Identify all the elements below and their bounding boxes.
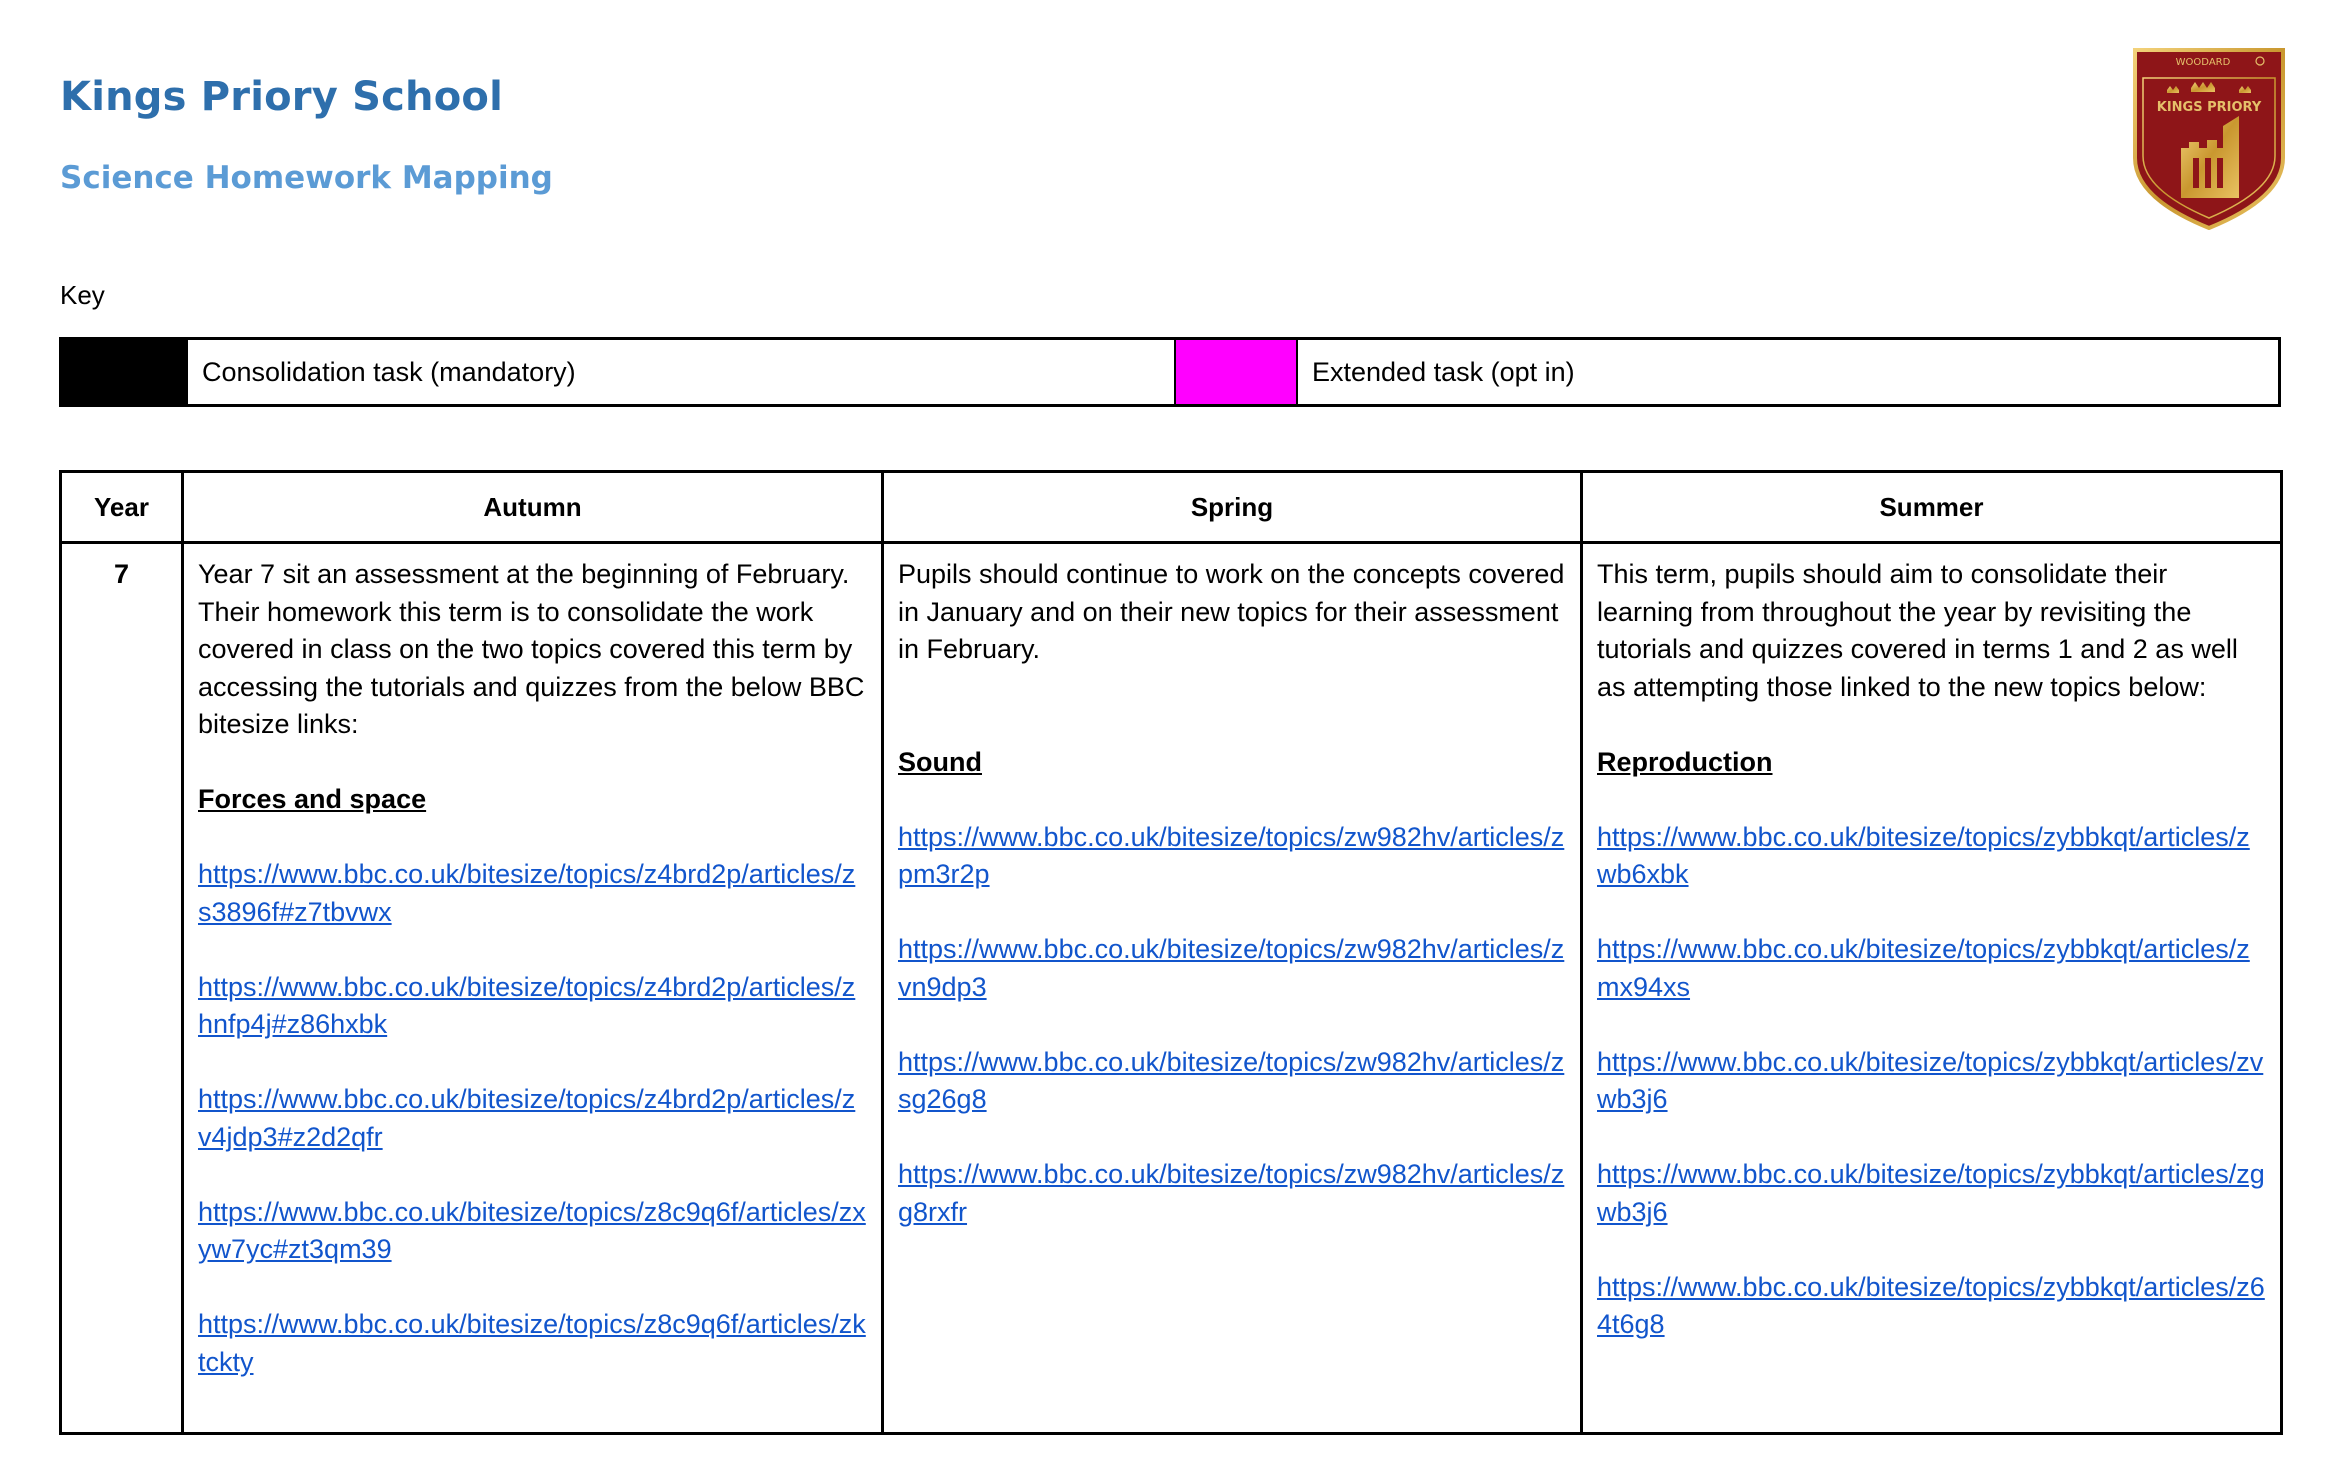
key-swatch-consolidation [62,340,188,404]
spring-link[interactable]: https://www.bbc.co.uk/bitesize/topics/zw… [898,1044,1566,1119]
autumn-cell: Year 7 sit an assessment at the beginnin… [181,541,884,1435]
school-title: Kings Priory School [60,74,503,120]
key-label: Key [60,280,105,310]
spring-link[interactable]: https://www.bbc.co.uk/bitesize/topics/zw… [898,819,1566,894]
autumn-link[interactable]: https://www.bbc.co.uk/bitesize/topics/z8… [198,1306,867,1381]
spring-topic-heading: Sound [898,746,982,777]
autumn-link[interactable]: https://www.bbc.co.uk/bitesize/topics/z4… [198,856,867,931]
summer-link[interactable]: https://www.bbc.co.uk/bitesize/topics/zy… [1597,1156,2266,1231]
table-header-row: Year Autumn Spring Summer [59,470,2283,544]
homework-mapping-table: Year Autumn Spring Summer 7 Year 7 sit a… [59,470,2283,1435]
school-crest-logo: WOODARD KINGS PRIORY [2133,48,2285,230]
summer-link[interactable]: https://www.bbc.co.uk/bitesize/topics/zy… [1597,819,2266,894]
year-cell: 7 [59,541,184,1435]
header-spring: Spring [881,470,1583,544]
autumn-intro: Year 7 sit an assessment at the beginnin… [198,559,865,739]
summer-intro: This term, pupils should aim to consolid… [1597,559,2238,702]
table-row: 7 Year 7 sit an assessment at the beginn… [59,541,2283,1435]
summer-link[interactable]: https://www.bbc.co.uk/bitesize/topics/zy… [1597,1044,2266,1119]
key-swatch-extended [1174,340,1298,404]
autumn-link[interactable]: https://www.bbc.co.uk/bitesize/topics/z8… [198,1194,867,1269]
header-summer: Summer [1580,470,2283,544]
crest-top-text: WOODARD [2176,57,2231,68]
key-text-extended: Extended task (opt in) [1312,356,1575,387]
header-autumn: Autumn [181,470,884,544]
header-year: Year [59,470,184,544]
spring-intro: Pupils should continue to work on the co… [898,559,1565,664]
document-subtitle: Science Homework Mapping [60,160,553,196]
crest-name: KINGS PRIORY [2157,100,2262,115]
summer-link[interactable]: https://www.bbc.co.uk/bitesize/topics/zy… [1597,1269,2266,1344]
spring-link[interactable]: https://www.bbc.co.uk/bitesize/topics/zw… [898,1156,1566,1231]
key-text-consolidation: Consolidation task (mandatory) [202,356,576,387]
autumn-link[interactable]: https://www.bbc.co.uk/bitesize/topics/z4… [198,969,867,1044]
autumn-topic-heading: Forces and space [198,784,427,814]
key-legend: Consolidation task (mandatory) Extended … [59,337,2281,407]
summer-link[interactable]: https://www.bbc.co.uk/bitesize/topics/zy… [1597,931,2266,1006]
spring-cell: Pupils should continue to work on the co… [881,541,1583,1435]
summer-topic-heading: Reproduction [1597,746,1773,777]
summer-cell: This term, pupils should aim to consolid… [1580,541,2283,1435]
spring-link[interactable]: https://www.bbc.co.uk/bitesize/topics/zw… [898,931,1566,1006]
autumn-link[interactable]: https://www.bbc.co.uk/bitesize/topics/z4… [198,1081,867,1156]
